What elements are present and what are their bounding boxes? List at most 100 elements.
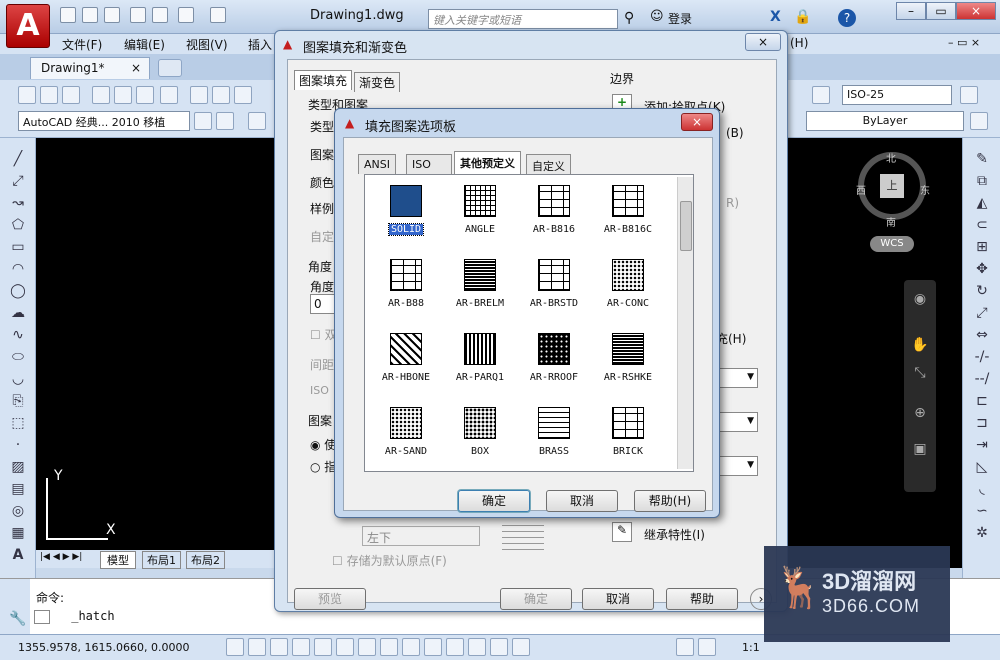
print-icon[interactable] — [152, 7, 168, 23]
layer-icon[interactable] — [216, 112, 234, 130]
copy-obj-icon[interactable]: ⧉ — [973, 172, 991, 190]
pattern-brass[interactable]: BRASS — [517, 403, 591, 473]
copy-icon[interactable] — [212, 86, 230, 104]
grid-icon[interactable] — [270, 638, 288, 656]
scale-icon[interactable]: ⤢ — [973, 304, 991, 322]
break-icon[interactable]: ⊐ — [973, 414, 991, 432]
palette-cancel-button[interactable]: 取消 — [546, 490, 618, 512]
steering-wheel-icon[interactable]: ◉ — [911, 290, 929, 308]
scrollbar-thumb[interactable] — [680, 201, 692, 251]
qopen-icon[interactable] — [40, 86, 58, 104]
arc-icon[interactable]: ◠ — [9, 260, 27, 278]
pattern-angle[interactable]: ANGLE — [443, 181, 517, 251]
palette-help-button[interactable]: 帮助(H) — [634, 490, 706, 512]
linetype-select[interactable]: ByLayer — [806, 111, 964, 131]
menu-edit[interactable]: 编辑(E) — [124, 36, 165, 53]
command-input[interactable]: _hatch — [71, 609, 114, 623]
redo-icon[interactable] — [210, 7, 226, 23]
fillet-icon[interactable]: ◟ — [973, 480, 991, 498]
snap-icon[interactable] — [248, 638, 266, 656]
ok-button[interactable]: 确定 — [500, 588, 572, 610]
menu-view[interactable]: 视图(V) — [186, 36, 228, 53]
menu-file[interactable]: 文件(F) — [62, 36, 102, 53]
origin-current-radio[interactable]: ◉ 使 — [310, 436, 336, 453]
origin-position-select[interactable]: 左下 — [362, 526, 480, 546]
chamfer-icon[interactable]: ◺ — [973, 458, 991, 476]
tab-model[interactable]: 模型 — [100, 551, 136, 569]
pattern-ar-hbone[interactable]: AR-HBONE — [369, 329, 443, 399]
tab-nav-arrows[interactable]: |◀ ◀ ▶ ▶| — [40, 552, 82, 562]
viewcube-west[interactable]: 西 — [856, 182, 866, 197]
blend-icon[interactable]: ∽ — [973, 502, 991, 520]
3dprint-icon[interactable] — [160, 86, 178, 104]
add-select-label[interactable]: (B) — [726, 126, 744, 140]
ellipse-icon[interactable]: ⬭ — [9, 348, 27, 366]
pattern-brick[interactable]: BRICK — [591, 403, 665, 473]
explode-icon[interactable]: ✲ — [973, 524, 991, 542]
pattern-ar-sand[interactable]: AR-SAND — [369, 403, 443, 473]
wrench-icon[interactable]: 🔧 — [9, 611, 26, 627]
pattern-ar-rroof[interactable]: AR-RROOF — [517, 329, 591, 399]
erase-icon[interactable]: ✎ — [973, 150, 991, 168]
new-tab-button[interactable] — [158, 59, 182, 77]
doc-tab[interactable]: Drawing1* × — [30, 57, 150, 79]
tab-layout2[interactable]: 布局2 — [186, 551, 225, 569]
spline-icon[interactable]: ∿ — [9, 326, 27, 344]
point-icon[interactable]: · — [9, 436, 27, 454]
ortho-icon[interactable] — [292, 638, 310, 656]
save-icon[interactable] — [104, 7, 120, 23]
search-input[interactable]: 键入关键字或短语 — [428, 9, 618, 29]
insert-block-icon[interactable]: ⎘ — [9, 392, 27, 410]
extend-icon[interactable]: --/ — [973, 370, 991, 388]
zoom-icon[interactable]: ⤡ — [911, 364, 929, 382]
lineweight-icon[interactable] — [970, 112, 988, 130]
minimize-button[interactable]: – — [896, 2, 926, 20]
pattern-ar-b88[interactable]: AR-B88 — [369, 255, 443, 325]
command-handle[interactable]: 🔧 — [0, 579, 30, 635]
close-button[interactable]: × — [956, 2, 996, 20]
help-icon[interactable]: ? — [838, 9, 856, 27]
pattern-box[interactable]: BOX — [443, 403, 517, 473]
table-icon[interactable]: ▦ — [9, 524, 27, 542]
3dosnap-icon[interactable] — [358, 638, 376, 656]
palette-ok-button[interactable]: 确定 — [458, 490, 530, 512]
viewcube-east[interactable]: 东 — [920, 182, 930, 197]
tab-gradient[interactable]: 渐变色 — [354, 72, 401, 92]
showmotion-icon[interactable]: ▣ — [911, 440, 929, 458]
open-icon[interactable] — [82, 7, 98, 23]
undo-icon[interactable] — [178, 7, 194, 23]
tab-iso[interactable]: ISO — [406, 154, 452, 174]
viewcube-face[interactable]: 上 — [880, 174, 904, 198]
doc-window-controls[interactable]: – ▭ × — [948, 36, 980, 49]
binoculars-icon[interactable]: ⚲ — [624, 10, 634, 26]
lwt-icon[interactable] — [446, 638, 464, 656]
gradient-icon[interactable]: ▤ — [9, 480, 27, 498]
plot-icon[interactable] — [92, 86, 110, 104]
break-point-icon[interactable]: ⊏ — [973, 392, 991, 410]
pattern-ar-conc[interactable]: AR-CONC — [591, 255, 665, 325]
ellipse-arc-icon[interactable]: ◡ — [9, 370, 27, 388]
stretch-icon[interactable]: ⇔ — [973, 326, 991, 344]
inherit-label[interactable]: 继承特性(I) — [644, 526, 705, 543]
ducs-icon[interactable] — [402, 638, 420, 656]
pattern-ar-parq1[interactable]: AR-PARQ1 — [443, 329, 517, 399]
autocad-logo[interactable]: A — [6, 4, 50, 48]
array-icon[interactable]: ⊞ — [973, 238, 991, 256]
pattern-ar-brstd[interactable]: AR-BRSTD — [517, 255, 591, 325]
model-space-icon[interactable] — [676, 638, 694, 656]
exchange-icon[interactable]: X — [770, 9, 781, 25]
pattern-ar-rshke[interactable]: AR-RSHKE — [591, 329, 665, 399]
pattern-ar-brelm[interactable]: AR-BRELM — [443, 255, 517, 325]
pattern-list-scrollbar[interactable] — [677, 177, 693, 469]
qnew-icon[interactable] — [18, 86, 36, 104]
login-link[interactable]: 登录 — [668, 10, 692, 27]
quickview-icon[interactable] — [698, 638, 716, 656]
publish-icon[interactable] — [136, 86, 154, 104]
trim-icon[interactable]: -/- — [973, 348, 991, 366]
pattern-list[interactable]: SOLID ANGLE AR-B816 AR-B816C AR-B88 AR-B… — [364, 174, 694, 472]
line-icon[interactable]: ╱ — [9, 150, 27, 168]
tab-other-predefined[interactable]: 其他预定义 — [454, 151, 521, 175]
hatch-icon[interactable]: ▨ — [9, 458, 27, 476]
offset-icon[interactable]: ⊂ — [973, 216, 991, 234]
inherit-icon[interactable]: ✎ — [612, 522, 632, 542]
